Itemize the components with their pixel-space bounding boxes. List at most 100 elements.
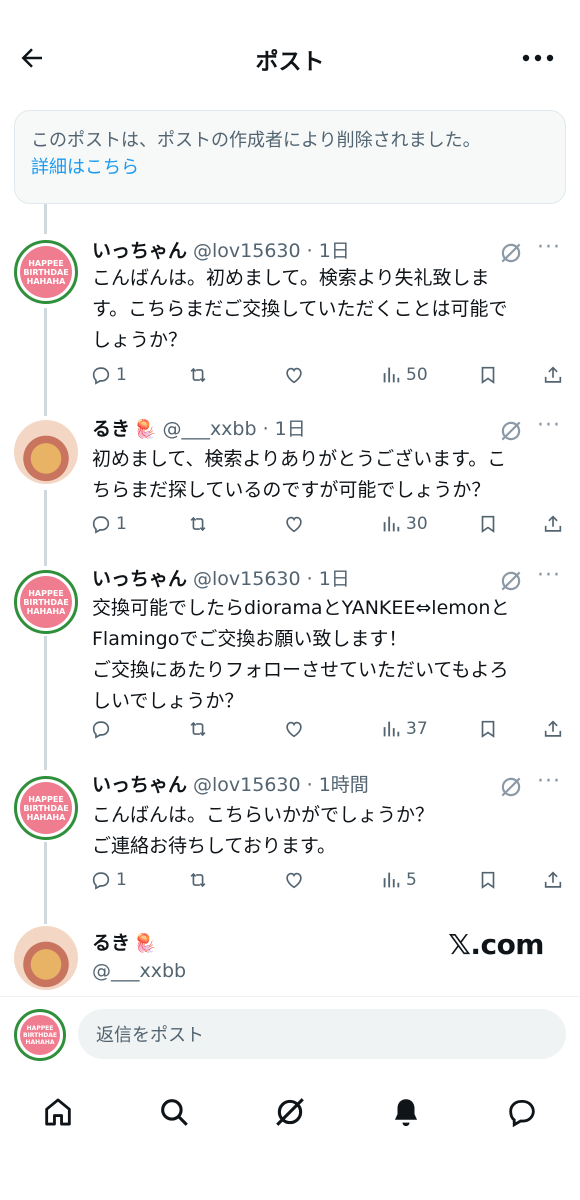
author-handle: @___xxbb (92, 960, 187, 982)
more-horizontal-icon (522, 54, 554, 62)
grok-icon[interactable] (498, 774, 524, 800)
repost-icon (190, 872, 206, 888)
repost-icon (190, 721, 206, 737)
bookmark-icon (481, 366, 495, 384)
repost-button[interactable] (187, 865, 209, 895)
post-actions: 1 5 (90, 865, 566, 895)
views-chart-icon (383, 872, 400, 888)
views-button[interactable]: 5 (380, 865, 417, 895)
share-icon (544, 871, 562, 888)
avatar[interactable]: HAPPEE BIRTHDAE HAHAHA (14, 570, 78, 634)
author-name[interactable]: るき (92, 932, 130, 954)
views-count: 30 (406, 514, 428, 534)
share-button[interactable] (542, 509, 564, 539)
bookmark-icon (481, 720, 495, 738)
heart-icon (286, 516, 302, 533)
grok-icon[interactable] (498, 418, 524, 444)
post-more-icon[interactable]: ··· (536, 415, 562, 444)
reply-count: 1 (116, 365, 127, 385)
thread-line (44, 490, 47, 566)
reply-composer-bar: HAPPEE BIRTHDAE HAHAHA 返信をポスト (0, 996, 580, 1068)
repost-button[interactable] (187, 360, 209, 390)
post-more-icon[interactable]: ··· (536, 771, 562, 800)
x-watermark: 𝕏.com (448, 928, 544, 961)
reply-button[interactable]: 1 (90, 509, 127, 539)
views-button[interactable]: 30 (380, 509, 428, 539)
reply-button[interactable]: 1 (90, 360, 127, 390)
share-button[interactable] (542, 714, 564, 744)
avatar[interactable]: HAPPEE BIRTHDAE HAHAHA (14, 776, 78, 840)
avatar[interactable] (14, 420, 78, 484)
bookmark-button[interactable] (477, 865, 499, 895)
avatar[interactable] (14, 926, 78, 990)
deleted-post-notice: このポストは、ポストの作成者により削除されました。 詳細はこちら (14, 110, 566, 204)
grok-icon (276, 1098, 304, 1126)
reply-icon (92, 721, 110, 739)
share-button[interactable] (542, 360, 564, 390)
repost-icon (190, 516, 206, 532)
reply-button[interactable]: 1 (90, 865, 127, 895)
views-count: 37 (406, 719, 428, 739)
thread-line (44, 308, 47, 416)
bookmark-button[interactable] (477, 714, 499, 744)
views-chart-icon (383, 721, 400, 737)
thread-line (44, 204, 47, 234)
more-button[interactable] (518, 40, 558, 76)
page-title: ポスト (255, 49, 325, 75)
author-name[interactable]: いっちゃん (92, 240, 187, 262)
like-button[interactable] (283, 360, 305, 390)
heart-icon (286, 872, 302, 889)
views-chart-icon (383, 516, 400, 532)
avatar[interactable]: HAPPEE BIRTHDAE HAHAHA (14, 1009, 66, 1061)
reply-button[interactable] (90, 714, 116, 744)
views-chart-icon (383, 367, 400, 383)
notice-details-link[interactable]: 詳細はこちら (31, 154, 549, 181)
notifications-icon (394, 1099, 418, 1127)
bookmark-button[interactable] (477, 360, 499, 390)
nav-notifications[interactable] (384, 1090, 428, 1134)
post-text: こんばんは。初めまして。検索より失礼致しま す。こちらまだご交換していただくこと… (92, 267, 508, 351)
views-count: 5 (406, 870, 417, 890)
views-button[interactable]: 37 (380, 714, 428, 744)
nav-messages[interactable] (500, 1090, 544, 1134)
like-button[interactable] (283, 509, 305, 539)
thread-line (44, 842, 47, 924)
heart-icon (286, 367, 302, 384)
author-meta: @lov15630 · 1時間 (193, 774, 369, 796)
post-actions: 1 30 (90, 509, 566, 539)
post-actions: 1 50 (90, 360, 566, 390)
share-icon (544, 366, 562, 383)
grok-icon[interactable] (498, 568, 524, 594)
like-button[interactable] (283, 865, 305, 895)
post-actions: 37 (90, 714, 566, 744)
jellyfish-icon: 🪼 (134, 419, 157, 440)
author-name[interactable]: いっちゃん (92, 774, 187, 796)
bookmark-button[interactable] (477, 509, 499, 539)
author-name[interactable]: いっちゃん (92, 568, 187, 590)
repost-icon (190, 367, 206, 383)
nav-home[interactable] (36, 1090, 80, 1134)
like-button[interactable] (283, 714, 305, 744)
bookmark-icon (481, 871, 495, 889)
share-icon (544, 720, 562, 737)
views-button[interactable]: 50 (380, 360, 428, 390)
jellyfish-icon: 🪼 (134, 933, 157, 954)
share-icon (544, 515, 562, 532)
messages-icon (509, 1099, 535, 1128)
share-button[interactable] (542, 865, 564, 895)
home-icon (45, 1098, 71, 1126)
reply-count: 1 (116, 870, 127, 890)
nav-search[interactable] (152, 1090, 196, 1134)
reply-input[interactable]: 返信をポスト (78, 1009, 566, 1059)
reply-count: 1 (116, 514, 127, 534)
reply-icon (92, 367, 110, 385)
avatar[interactable]: HAPPEE BIRTHDAE HAHAHA (14, 240, 78, 304)
repost-button[interactable] (187, 714, 209, 744)
nav-grok[interactable] (268, 1090, 312, 1134)
post-more-icon[interactable]: ··· (536, 565, 562, 594)
bottom-navigation (0, 1078, 580, 1148)
repost-button[interactable] (187, 509, 209, 539)
header-bar: ポスト (0, 0, 580, 110)
author-name[interactable]: るき (92, 418, 130, 440)
author-meta: @lov15630 · 1日 (193, 568, 350, 590)
